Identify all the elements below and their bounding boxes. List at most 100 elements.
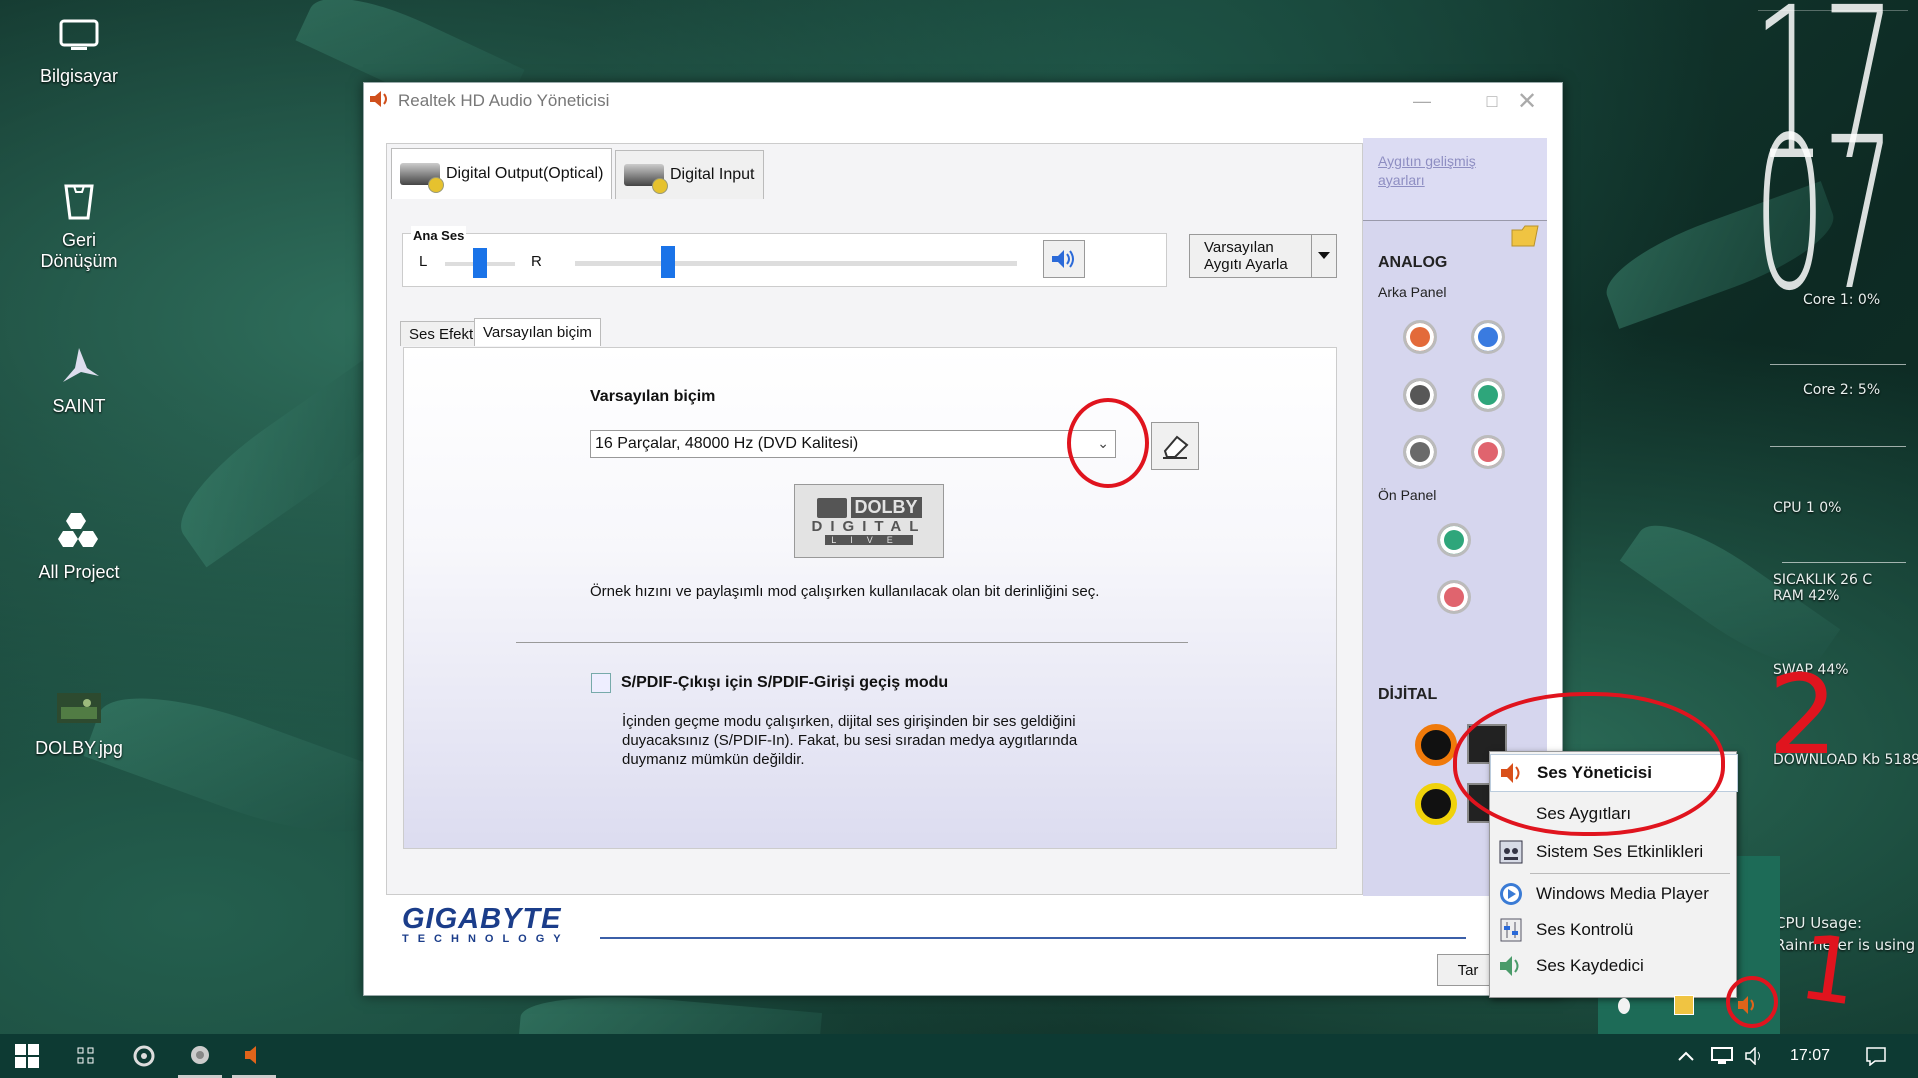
menu-item-label: Ses Kaydedici: [1536, 956, 1644, 975]
balance-right-label: R: [531, 253, 542, 270]
volume-control-icon: [1496, 915, 1526, 945]
default-format-panel: Varsayılan biçim 16 Parçalar, 48000 Hz (…: [403, 347, 1337, 849]
desktop-icon-computer[interactable]: Bilgisayar: [24, 12, 134, 87]
jack-pink[interactable]: [1471, 435, 1505, 469]
desktop-icon-label: Geri Dönüşüm: [40, 230, 118, 271]
rear-panel-label: Arka Panel: [1378, 284, 1447, 300]
desktop-icon-saint[interactable]: SAINT: [24, 342, 134, 417]
jack-green[interactable]: [1471, 378, 1505, 412]
image-file-icon: [55, 684, 103, 732]
clock-minute: 07: [1753, 92, 1896, 337]
menu-item-sistem-ses-etkinlikleri[interactable]: Sistem Ses Etkinlikleri: [1490, 834, 1736, 870]
format-select[interactable]: 16 Parçalar, 48000 Hz (DVD Kalitesi) ⌄: [590, 430, 1116, 458]
master-volume-group: Ana Ses L R: [402, 226, 1167, 287]
spdif-label: S/PDIF-Çıkışı için S/PDIF-Girişi geçiş m…: [621, 674, 949, 691]
format-select-value: 16 Parçalar, 48000 Hz (DVD Kalitesi): [595, 435, 859, 452]
tab-label: Digital Input: [670, 166, 755, 183]
desktop-icon-dolby-jpg[interactable]: DOLBY.jpg: [24, 684, 134, 759]
desktop-icon-all-project[interactable]: All Project: [24, 508, 134, 583]
sound-recorder-icon: [1496, 951, 1526, 981]
master-volume-label: Ana Ses: [411, 226, 467, 245]
jack-digital-orange[interactable]: [1415, 724, 1457, 766]
format-help-text: Örnek hızını ve paylaşımlı mod çalışırke…: [590, 583, 1100, 600]
speaker-icon: [368, 88, 390, 115]
browser-icon: [133, 1045, 155, 1067]
annotation-circle-tray: [1726, 976, 1778, 1028]
ram-label: RAM 42%: [1773, 588, 1840, 604]
tray-icon-drop[interactable]: [1618, 998, 1630, 1014]
tray-icon-shield[interactable]: [1674, 995, 1694, 1015]
default-device-line1: Varsayılan: [1204, 239, 1274, 256]
ok-button-label: Tar: [1457, 961, 1479, 979]
volume-icon[interactable]: [1742, 1034, 1770, 1078]
system-sounds-icon: [1496, 837, 1526, 867]
tab-digital-input[interactable]: Digital Input: [615, 150, 764, 199]
default-device-line2: Aygıtı Ayarla: [1204, 256, 1288, 273]
taskbar-app-2[interactable]: [178, 1034, 222, 1078]
jack-orange[interactable]: [1403, 320, 1437, 354]
minimize-button[interactable]: —: [1387, 83, 1457, 119]
tab-default-format[interactable]: Varsayılan biçim: [474, 318, 601, 346]
dolby-dd-mark: [816, 497, 847, 518]
gigabyte-logo: GIGABYTE TECHNOLOGY: [402, 903, 570, 945]
chevron-up-icon: [1678, 1051, 1694, 1061]
analog-heading: ANALOG: [1378, 254, 1448, 271]
front-panel-label: Ön Panel: [1378, 487, 1437, 503]
desktop-icon-label: SAINT: [52, 396, 106, 416]
menu-item-ses-kaydedici[interactable]: Ses Kaydedici: [1490, 948, 1736, 984]
advanced-settings-link[interactable]: Aygıtın gelişmiş ayarları: [1378, 152, 1508, 190]
tab-label: Digital Output(Optical): [446, 165, 604, 182]
dropdown-arrow-icon[interactable]: [1311, 235, 1336, 277]
saint-icon: [55, 342, 103, 390]
gigabyte-sub: TECHNOLOGY: [402, 933, 570, 945]
taskbar-app-realtek[interactable]: [232, 1034, 276, 1078]
chrome-icon: [191, 1045, 209, 1064]
jack-grey[interactable]: [1403, 435, 1437, 469]
rainmeter-clock: 17 07: [1753, 0, 1896, 337]
dolby-logo-text: DOLBY: [850, 497, 922, 518]
close-button[interactable]: ✕: [1492, 83, 1562, 119]
title-bar[interactable]: Realtek HD Audio Yöneticisi — □ ✕: [364, 83, 1562, 119]
balance-slider[interactable]: [473, 248, 487, 278]
tab-digital-output[interactable]: Digital Output(Optical): [391, 148, 613, 199]
balance-left-label: L: [419, 253, 428, 270]
jack-black[interactable]: [1403, 378, 1437, 412]
computer-icon: [55, 12, 103, 60]
jack-front-pink[interactable]: [1437, 580, 1471, 614]
notification-center-icon[interactable]: [1856, 1034, 1896, 1078]
default-format-heading: Varsayılan biçim: [590, 388, 716, 405]
speaker-icon: [245, 1045, 256, 1064]
menu-item-windows-media-player[interactable]: Windows Media Player: [1490, 876, 1736, 912]
mute-button[interactable]: [1043, 240, 1085, 278]
task-view-button[interactable]: [64, 1034, 108, 1078]
window-title: Realtek HD Audio Yöneticisi: [398, 91, 610, 110]
tab-sound-effect[interactable]: Ses Efekti: [400, 321, 486, 346]
volume-slider[interactable]: [661, 246, 675, 278]
dolby-digital-live-logo: DOLBY DIGITAL LIVE: [794, 484, 944, 558]
desktop-icon-label: All Project: [38, 562, 120, 582]
dolby-digital-text: DIGITAL: [811, 518, 927, 535]
temp-label: SICAKLIK 26 C: [1773, 572, 1873, 588]
desktop-icon-label: DOLBY.jpg: [35, 738, 123, 758]
jack-digital-yellow[interactable]: [1415, 783, 1457, 825]
gigabyte-brand: GIGABYTE: [402, 903, 562, 935]
desktop-icon-recycle-bin[interactable]: Geri Dönüşüm: [24, 176, 134, 272]
folder-icon[interactable]: [1510, 222, 1540, 253]
taskbar-clock[interactable]: 17:07: [1780, 1034, 1840, 1078]
menu-item-label: Sistem Ses Etkinlikleri: [1536, 842, 1704, 861]
taskbar-app-1[interactable]: [122, 1034, 166, 1078]
volume-track: [575, 261, 1017, 266]
annotation-circle-menu: [1453, 692, 1725, 836]
spdif-checkbox[interactable]: [591, 673, 611, 693]
restore-default-button[interactable]: [1151, 422, 1199, 470]
set-default-device-button[interactable]: Varsayılan Aygıtı Ayarla: [1189, 234, 1337, 278]
cpu-label: CPU 1 0%: [1773, 500, 1842, 516]
jack-front-green[interactable]: [1437, 523, 1471, 557]
folder-icon: [55, 508, 103, 556]
start-button[interactable]: [0, 1034, 54, 1078]
network-icon[interactable]: [1708, 1034, 1736, 1078]
jack-blue[interactable]: [1471, 320, 1505, 354]
tray-overflow-chevron[interactable]: [1672, 1034, 1700, 1078]
dolby-live-text: LIVE: [825, 535, 913, 545]
menu-item-ses-kontrolu[interactable]: Ses Kontrolü: [1490, 912, 1736, 948]
